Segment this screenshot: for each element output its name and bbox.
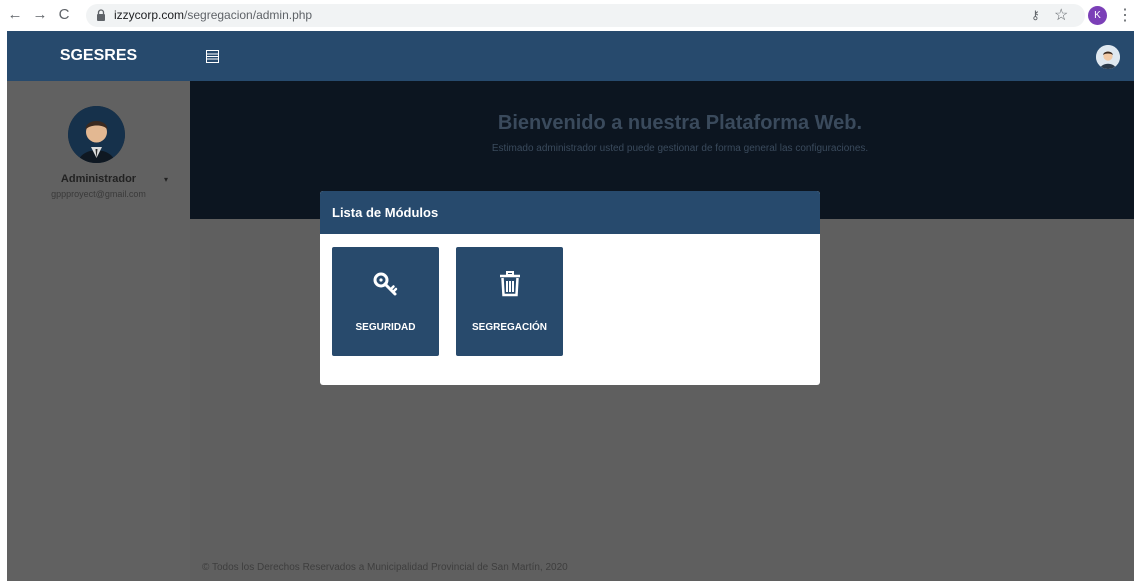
sidebar: Administrador ▾ gppproyect@gmail.com [7,81,190,581]
brand-logo[interactable]: SGESRES [7,31,190,81]
key-icon[interactable]: ⚷ [1031,8,1040,22]
modules-modal: Lista de Módulos SEGURIDAD SEGREGACIÓN [320,191,820,385]
module-tile-segregacion[interactable]: SEGREGACIÓN [456,247,563,356]
user-name[interactable]: Administrador [7,173,190,185]
address-bar[interactable]: izzycorp.com/segregacion/admin.php [86,4,1085,27]
lock-icon [97,9,105,21]
hamburger-icon[interactable] [206,50,219,63]
footer-text: © Todos los Derechos Reservados a Munici… [202,562,568,573]
trash-icon [456,271,563,299]
module-tile-seguridad[interactable]: SEGURIDAD [332,247,439,356]
browser-toolbar: ← → C izzycorp.com/segregacion/admin.php… [0,0,1134,31]
url-host: izzycorp.com [114,8,185,22]
user-avatar-icon [68,106,125,163]
welcome-subtitle: Estimado administrador usted puede gesti… [491,143,869,154]
back-arrow-icon[interactable]: ← [6,6,24,24]
key-icon [332,271,439,299]
forward-arrow-icon[interactable]: → [31,6,49,24]
profile-avatar[interactable]: K [1088,6,1107,25]
module-label: SEGURIDAD [355,322,416,333]
reload-icon[interactable]: C [55,6,73,24]
url-path: /segregacion/admin.php [184,8,313,22]
star-icon[interactable]: ☆ [1054,5,1068,25]
welcome-title: Bienvenido a nuestra Plataforma Web. [497,112,863,134]
user-email: gppproyect@gmail.com [51,189,146,199]
modal-header: Lista de Módulos [320,191,820,234]
top-navbar: SGESRES [7,31,1134,81]
user-avatar-icon[interactable] [1096,45,1120,69]
chevron-down-icon[interactable]: ▾ [164,175,168,184]
module-label: SEGREGACIÓN [471,322,547,333]
more-vert-icon[interactable]: ⋮ [1117,5,1133,25]
modal-title: Lista de Módulos [332,205,439,220]
url-text: izzycorp.com/segregacion/admin.php [114,8,312,22]
